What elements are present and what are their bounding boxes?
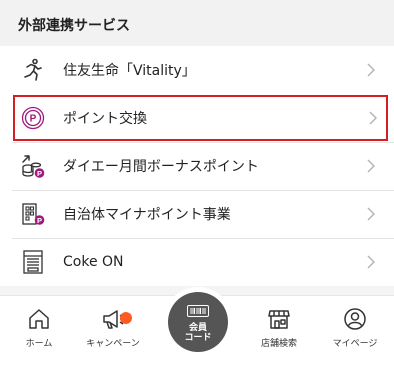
list-item-daiei-bonus[interactable]: P ダイエー月間ボーナスポイント bbox=[0, 142, 394, 190]
tab-campaign[interactable]: キャンペーン bbox=[76, 306, 150, 349]
tab-store-search[interactable]: 店舗検索 bbox=[242, 306, 316, 349]
chevron-right-icon bbox=[367, 207, 377, 221]
tab-store-search-label: 店舗検索 bbox=[260, 339, 297, 349]
service-list: 住友生命「Vitality」 P ポイント交換 P ダイエー月間ボーナスポイント… bbox=[0, 46, 394, 286]
chevron-right-icon bbox=[367, 63, 377, 77]
home-icon bbox=[26, 306, 52, 332]
list-item-mynapoint[interactable]: P 自治体マイナポイント事業 bbox=[0, 190, 394, 238]
tab-home[interactable]: ホーム bbox=[2, 306, 76, 349]
tab-home-label: ホーム bbox=[25, 339, 53, 349]
point-p-icon: P bbox=[20, 105, 46, 131]
list-item-vitality[interactable]: 住友生命「Vitality」 bbox=[0, 46, 394, 94]
mynapoint-label: 自治体マイナポイント事業 bbox=[63, 207, 231, 223]
member-code-label: 会員 コード bbox=[184, 322, 212, 343]
tab-campaign-label: キャンペーン bbox=[86, 339, 140, 349]
tab-mypage[interactable]: マイページ bbox=[318, 306, 392, 349]
list-item-point-exchange[interactable]: P ポイント交換 bbox=[12, 94, 389, 142]
point-exchange-label: ポイント交換 bbox=[63, 111, 147, 127]
user-circle-icon bbox=[342, 306, 368, 332]
svg-text:P: P bbox=[37, 216, 42, 225]
chevron-right-icon bbox=[367, 255, 377, 269]
store-icon bbox=[266, 306, 292, 332]
list-item-coke-on[interactable]: Coke ON bbox=[0, 238, 394, 286]
coins-point-icon: P bbox=[20, 153, 46, 179]
building-point-icon: P bbox=[20, 201, 46, 227]
svg-text:P: P bbox=[30, 114, 37, 125]
barcode-icon bbox=[187, 302, 209, 321]
vitality-label: 住友生命「Vitality」 bbox=[63, 63, 196, 79]
section-header: 外部連携サービス bbox=[0, 0, 394, 46]
coke-on-label: Coke ON bbox=[63, 254, 124, 270]
chevron-right-icon bbox=[369, 111, 379, 125]
tab-mypage-label: マイページ bbox=[332, 339, 378, 349]
section-title: 外部連携サービス bbox=[18, 18, 130, 34]
chevron-right-icon bbox=[367, 159, 377, 173]
svg-text:P: P bbox=[37, 169, 42, 178]
daiei-bonus-label: ダイエー月間ボーナスポイント bbox=[63, 159, 259, 175]
notification-badge bbox=[120, 312, 132, 324]
runner-icon bbox=[20, 57, 46, 83]
vending-machine-icon bbox=[20, 249, 46, 275]
member-code-button[interactable]: 会員 コード bbox=[168, 292, 228, 352]
